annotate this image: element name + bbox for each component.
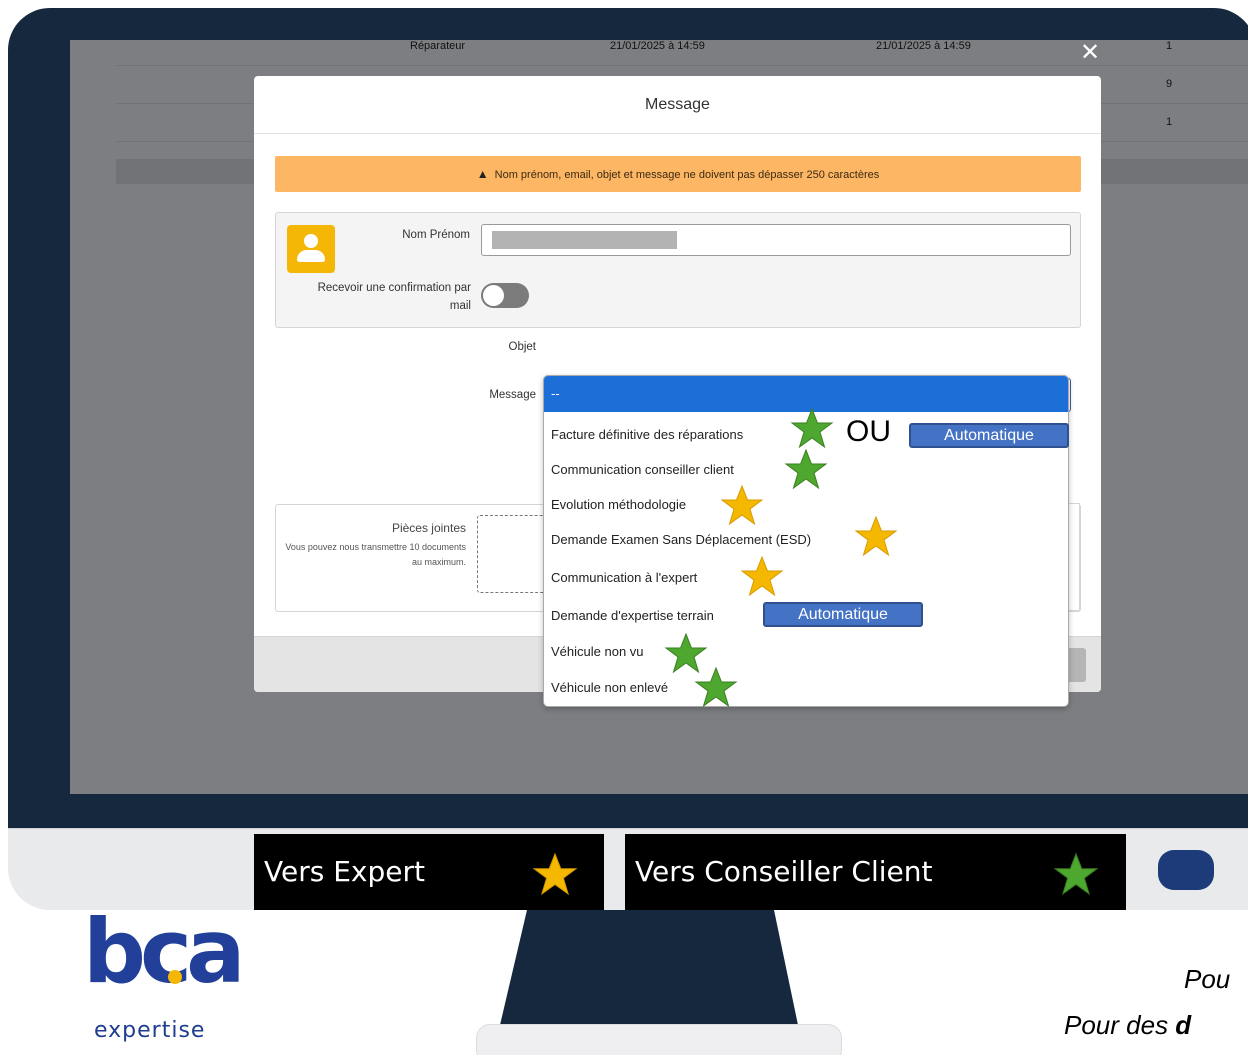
modal-title: Message [254,76,1101,134]
user-icon [304,234,318,248]
close-icon[interactable]: ✕ [1080,40,1100,66]
warning-icon: ▲ [476,167,489,181]
power-button [1158,850,1214,890]
dropdown-option[interactable]: Véhicule non enlevé [544,670,1068,705]
ou-label: OU [846,415,891,448]
attachments-description: Vous pouvez nous transmettre 10 document… [285,542,466,567]
dropdown-option[interactable]: Communication à l'expert [544,560,1068,595]
green-star-icon [1053,852,1099,896]
legend-conseiller-label: Vers Conseiller Client [635,855,933,888]
nom-prenom-label: Nom Prénom [402,229,470,241]
legend-expert: Vers Expert [254,834,604,910]
table-cell: 1 [1166,40,1173,52]
table-row: Réparateur 21/01/2025 à 14:59 21/01/2025… [116,40,1248,66]
automatique-badge: Automatique [763,602,923,627]
dropdown-option[interactable]: Evolution méthodologie [544,487,1068,522]
logo-subtitle: expertise [94,1018,206,1043]
automatique-badge: Automatique [909,423,1069,448]
user-icon-body [297,250,325,262]
orange-star-icon [532,852,578,896]
note-line-2-prefix: Pour des [1064,1010,1176,1040]
nom-prenom-input[interactable] [481,224,1071,256]
monitor-stand-base [476,1024,842,1055]
logo-word: bca [83,900,246,1003]
confirmation-label: Recevoir une confirmation par mail [317,282,471,312]
legend-expert-label: Vers Expert [264,855,425,888]
green-star-icon [790,407,834,449]
orange-star-icon [740,555,784,597]
toggle-knob [483,285,504,306]
objet-label: Objet [508,341,537,353]
avatar [287,225,335,273]
table-cell: Réparateur [410,40,466,52]
warning-text: Nom prénom, email, objet et message ne d… [494,169,880,181]
green-star-icon [784,448,828,490]
table-cell: 21/01/2025 à 14:59 [610,40,705,52]
table-cell: 9 [1166,78,1173,90]
bca-logo: bca expertise [78,900,298,1055]
dropdown-option[interactable]: Demande Examen Sans Déplacement (ESD) [544,522,1068,557]
note-line-2: Pour des d [1064,1010,1191,1041]
orange-star-icon [720,484,764,526]
redacted-value [492,231,677,249]
logo-dot [168,970,182,984]
note-line-2-bold: d [1175,1010,1192,1040]
message-label: Message [489,389,536,401]
submit-button[interactable] [1066,648,1086,682]
orange-star-icon [854,515,898,557]
table-cell: 1 [1166,116,1173,128]
user-info-box: Nom Prénom Recevoir une confirmation par… [275,212,1081,328]
legend-conseiller: Vers Conseiller Client [625,834,1126,910]
dropdown-option[interactable]: Véhicule non vu [544,634,1068,669]
table-cell: 21/01/2025 à 14:59 [876,40,971,52]
note-line-1: Pou [1184,964,1231,994]
confirmation-toggle[interactable] [481,283,529,308]
warning-banner: ▲ Nom prénom, email, objet et message ne … [275,156,1081,192]
attachments-label: Pièces jointes [391,521,466,535]
green-star-icon [694,666,738,708]
